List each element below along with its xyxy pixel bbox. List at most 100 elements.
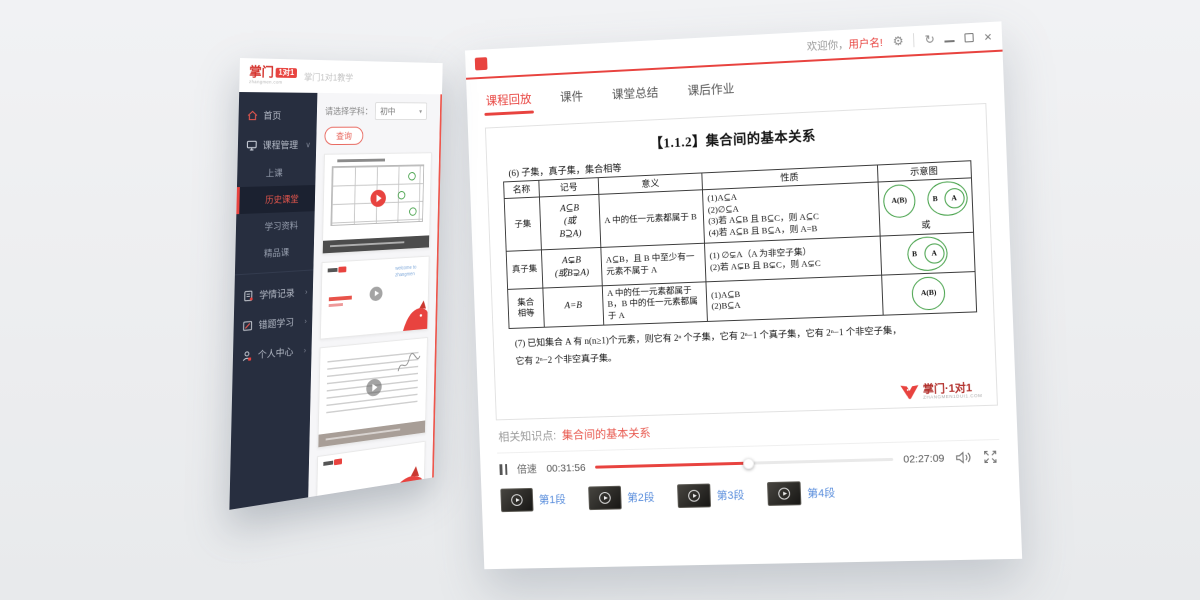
segment-1[interactable]: 第1段 (500, 487, 566, 512)
courseware-slide: 【1.1.2】集合间的基本关系 (6) 子集，真子集，集合相等 名称 记号 意义… (485, 103, 998, 420)
video-thumbnail-brand-slide[interactable]: welcome to zhangmen (320, 256, 430, 340)
segment-thumbnail (677, 484, 711, 509)
query-button[interactable]: 查询 (324, 127, 363, 145)
cell-properties: (1)A⊆A (2)∅⊆A (3)若 A⊆B 且 B⊆C，则 A⊆C (4)若 … (703, 182, 880, 242)
current-time: 00:31:56 (546, 462, 586, 475)
person-icon (242, 349, 253, 361)
video-thumbnail-list: welcome to zhangmen (316, 152, 432, 497)
play-icon (599, 492, 611, 504)
subject-select[interactable]: 初中 ▾ (375, 102, 427, 120)
cell-name: 真子集 (507, 249, 543, 289)
main-content-window: 欢迎你，用户名! ⚙ ↻ × 课程回放 课件 课堂总结 课后作业 【1.1.2】… (465, 21, 1022, 569)
chevron-right-icon: › (304, 345, 307, 354)
sets-relation-table: 名称 记号 意义 性质 示意图 子集 A⊆B (或 B⊇A) A 中的任一元素都… (503, 160, 976, 329)
cell-name: 集合 相等 (508, 288, 544, 329)
cell-symbol: A⊆B (或 B⊇A) (539, 195, 601, 250)
close-button[interactable]: × (984, 29, 992, 43)
progress-fill (595, 462, 749, 469)
cell-symbol: A⊊B (或B⊋A) (541, 247, 602, 288)
video-thumbnail-table-slide[interactable] (322, 152, 432, 254)
zhangmen-fox-icon (901, 385, 920, 401)
cell-meaning: A 中的任一元素都属于 B，B 中的任一元素都属于 A (603, 281, 708, 325)
refresh-icon[interactable]: ↻ (924, 33, 935, 46)
knowledge-point-value: 集合间的基本关系 (562, 425, 651, 443)
fox-mascot-graphic (382, 463, 426, 497)
sidebar-item-profile[interactable]: 个人中心 › (233, 335, 312, 372)
venn-nested-circles: B A (927, 181, 968, 217)
titlebar-divider (913, 33, 915, 47)
sidebar: 首页 课程管理 ∨ 上课 历史课堂 学习资料 精品课 (229, 92, 317, 510)
sidebar-item-course-management[interactable]: 课程管理 ∨ (238, 130, 317, 160)
tab-class-summary[interactable]: 课堂总结 (612, 84, 659, 110)
tab-homework[interactable]: 课后作业 (687, 80, 735, 106)
volume-icon[interactable] (954, 450, 973, 466)
cell-diagram: A(B) B A 或 (878, 178, 973, 235)
venn-nested-circles: B A (906, 235, 947, 271)
mini-slide-title (337, 159, 385, 163)
cell-meaning: A 中的任一元素都属于 B (599, 190, 705, 247)
cell-symbol: A=B (543, 285, 604, 327)
minimize-button[interactable] (945, 40, 955, 43)
cell-name: 子集 (505, 197, 542, 250)
fox-mascot-graphic (396, 300, 430, 335)
zhangmen-logo: 掌门·1对1 ZHANGMEN1DUI1.COM (901, 382, 983, 400)
segment-2[interactable]: 第2段 (588, 485, 655, 510)
sidebar-divider (235, 269, 313, 275)
app-logo-mini (475, 57, 488, 70)
brand-text-graphic (329, 296, 352, 310)
knowledge-point-label: 相关知识点: (498, 427, 556, 444)
handwriting-squiggle (396, 351, 421, 376)
home-icon (247, 110, 258, 121)
video-thumbnail-whiteboard[interactable] (317, 337, 427, 448)
progress-handle[interactable] (743, 458, 754, 469)
slide-note: (7) 已知集合 A 有 n(n≥1)个元素，则它有 2ⁿ 个子集，它有 2ⁿ−… (515, 321, 981, 372)
play-icon (688, 490, 700, 502)
monitor-icon (246, 139, 257, 150)
maximize-button[interactable] (965, 32, 974, 42)
caret-down-icon: ▾ (419, 108, 422, 115)
zhangmen-mini-logo (328, 266, 347, 273)
segment-thumbnail (767, 481, 801, 506)
chevron-down-icon: ∨ (305, 140, 311, 149)
venn-single-circle: A(B) (882, 184, 916, 218)
welcome-text: 欢迎你，用户名! (807, 34, 884, 53)
segment-thumbnail (500, 488, 533, 512)
sidebar-subitem-history-class[interactable]: 历史课堂 (236, 185, 315, 214)
sidebar-subitem-premium-course[interactable]: 精品课 (235, 237, 314, 268)
chevron-right-icon: › (304, 316, 307, 325)
play-icon (369, 286, 382, 301)
segment-4[interactable]: 第4段 (767, 480, 835, 506)
header-caption: 掌门1对1教学 (304, 70, 353, 83)
total-time: 02:27:09 (903, 452, 945, 465)
or-label: 或 (884, 217, 969, 233)
tab-course-playback[interactable]: 课程回放 (486, 90, 533, 116)
tab-courseware[interactable]: 课件 (560, 87, 584, 112)
subject-filter-label: 请选择学科： (325, 105, 373, 118)
zhangmen-mini-logo (323, 458, 342, 467)
sidebar-subitem-class[interactable]: 上课 (237, 159, 316, 187)
cell-properties: (1) ∅⊊A（A 为非空子集） (2)若 A⊊B 且 B⊊C，则 A⊊C (705, 236, 882, 282)
app-header: 掌门 1对1 zhangmen.com 掌门1对1教学 (239, 58, 442, 94)
cell-diagram: B A (880, 232, 975, 275)
segment-3[interactable]: 第3段 (677, 483, 744, 508)
thumbnail-caption-bar (323, 235, 429, 253)
play-icon (511, 494, 523, 506)
cell-diagram: A(B) (881, 271, 976, 315)
gear-icon[interactable]: ⚙ (893, 35, 904, 48)
welcome-caption: welcome to zhangmen (395, 264, 424, 279)
cell-meaning: A⊆B，且 B 中至少有一元素不属于 A (601, 243, 706, 286)
playback-speed-button[interactable]: 倍速 (517, 461, 538, 476)
video-thumbnail-brand-slide-2[interactable] (316, 441, 426, 498)
progress-bar[interactable] (595, 458, 893, 469)
course-list-panel: 请选择学科： 初中 ▾ 查询 (308, 93, 440, 497)
fullscreen-icon[interactable] (982, 449, 998, 465)
venn-single-circle: A(B) (911, 276, 945, 310)
pause-button[interactable] (499, 464, 507, 475)
header-name: 名称 (504, 180, 539, 199)
course-list-window: 掌门 1对1 zhangmen.com 掌门1对1教学 首页 (229, 58, 442, 510)
page-background: 欢迎你，用户名! ⚙ ↻ × 课程回放 课件 课堂总结 课后作业 【1.1.2】… (0, 0, 1200, 600)
pencil-icon (242, 320, 253, 332)
cell-properties: (1)A⊆B (2)B⊆A (706, 275, 883, 322)
sidebar-subitem-materials[interactable]: 学习资料 (236, 211, 315, 241)
sidebar-item-home[interactable]: 首页 (238, 100, 317, 130)
